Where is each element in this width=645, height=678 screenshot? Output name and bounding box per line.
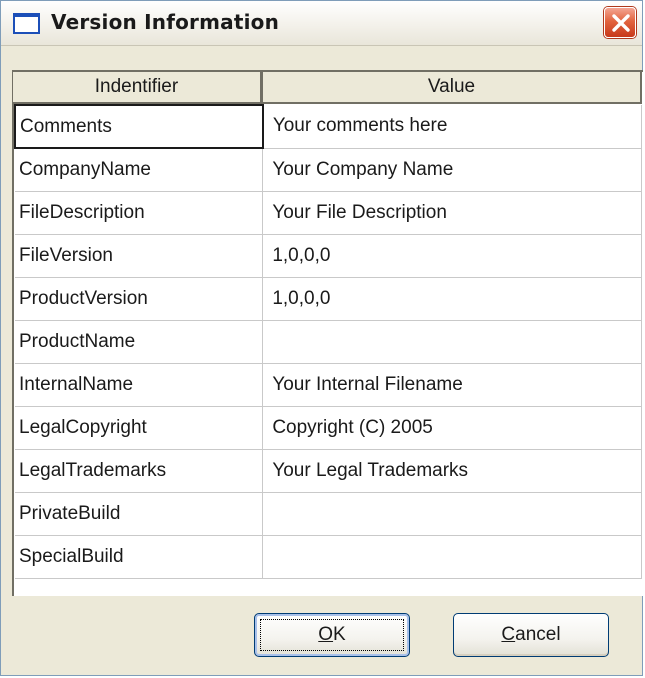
close-icon <box>612 14 630 32</box>
table-row[interactable]: ProductVersion 1,0,0,0 <box>15 277 642 321</box>
window-title: Version Information <box>51 10 280 34</box>
identifier-cell[interactable]: LegalCopyright <box>15 406 264 450</box>
title-bar[interactable]: Version Information <box>1 1 642 46</box>
value-cell[interactable]: Your comments here <box>262 105 642 149</box>
column-header-value[interactable]: Value <box>262 70 642 104</box>
identifier-cell[interactable]: ProductVersion <box>15 277 264 321</box>
identifier-cell[interactable]: CompanyName <box>15 148 264 192</box>
identifier-cell[interactable]: FileDescription <box>15 191 264 235</box>
value-cell[interactable]: 1,0,0,0 <box>262 277 642 321</box>
identifier-cell[interactable]: Comments <box>14 104 264 149</box>
value-cell[interactable]: Your Legal Trademarks <box>262 449 642 493</box>
value-cell[interactable] <box>262 492 642 536</box>
cancel-button[interactable]: Cancel <box>453 613 609 657</box>
table-row[interactable]: Comments Your comments here <box>14 104 642 149</box>
cancel-label: Cancel <box>501 624 561 645</box>
column-header-identifier[interactable]: Indentifier <box>12 70 262 104</box>
identifier-cell[interactable]: SpecialBuild <box>15 535 264 579</box>
table-row[interactable]: SpecialBuild <box>15 535 642 579</box>
value-cell[interactable]: Your Company Name <box>262 148 642 192</box>
table-row[interactable]: CompanyName Your Company Name <box>15 148 642 192</box>
value-cell[interactable]: 1,0,0,0 <box>262 234 642 278</box>
focus-rectangle <box>260 619 404 651</box>
value-cell[interactable]: Copyright (C) 2005 <box>262 406 642 450</box>
version-table: Comments Your comments here CompanyName You… <box>14 104 642 579</box>
identifier-cell[interactable]: LegalTrademarks <box>15 449 264 493</box>
table-row[interactable]: FileVersion 1,0,0,0 <box>15 234 642 278</box>
grid-header: Indentifier Value <box>12 70 642 104</box>
table-row[interactable]: LegalCopyright Copyright (C) 2005 <box>15 406 642 450</box>
window-icon <box>13 13 40 34</box>
table-row[interactable]: LegalTrademarks Your Legal Trademarks <box>15 449 642 493</box>
value-cell[interactable]: Your Internal Filename <box>262 363 642 407</box>
close-button[interactable] <box>604 7 636 38</box>
table-row[interactable]: InternalName Your Internal Filename <box>15 363 642 407</box>
version-information-dialog: Version Information Indentifier Value Co… <box>0 0 643 676</box>
identifier-cell[interactable]: FileVersion <box>15 234 264 278</box>
table-row[interactable]: FileDescription Your File Description <box>15 191 642 235</box>
value-cell[interactable] <box>262 320 642 364</box>
table-row[interactable]: PrivateBuild <box>15 492 642 536</box>
value-cell[interactable] <box>262 535 642 579</box>
table-row[interactable]: ProductName <box>15 320 642 364</box>
value-cell[interactable]: Your File Description <box>262 191 642 235</box>
identifier-cell[interactable]: ProductName <box>15 320 264 364</box>
identifier-cell[interactable]: InternalName <box>15 363 264 407</box>
identifier-cell[interactable]: PrivateBuild <box>15 492 264 536</box>
ok-button[interactable]: OK <box>254 613 410 657</box>
